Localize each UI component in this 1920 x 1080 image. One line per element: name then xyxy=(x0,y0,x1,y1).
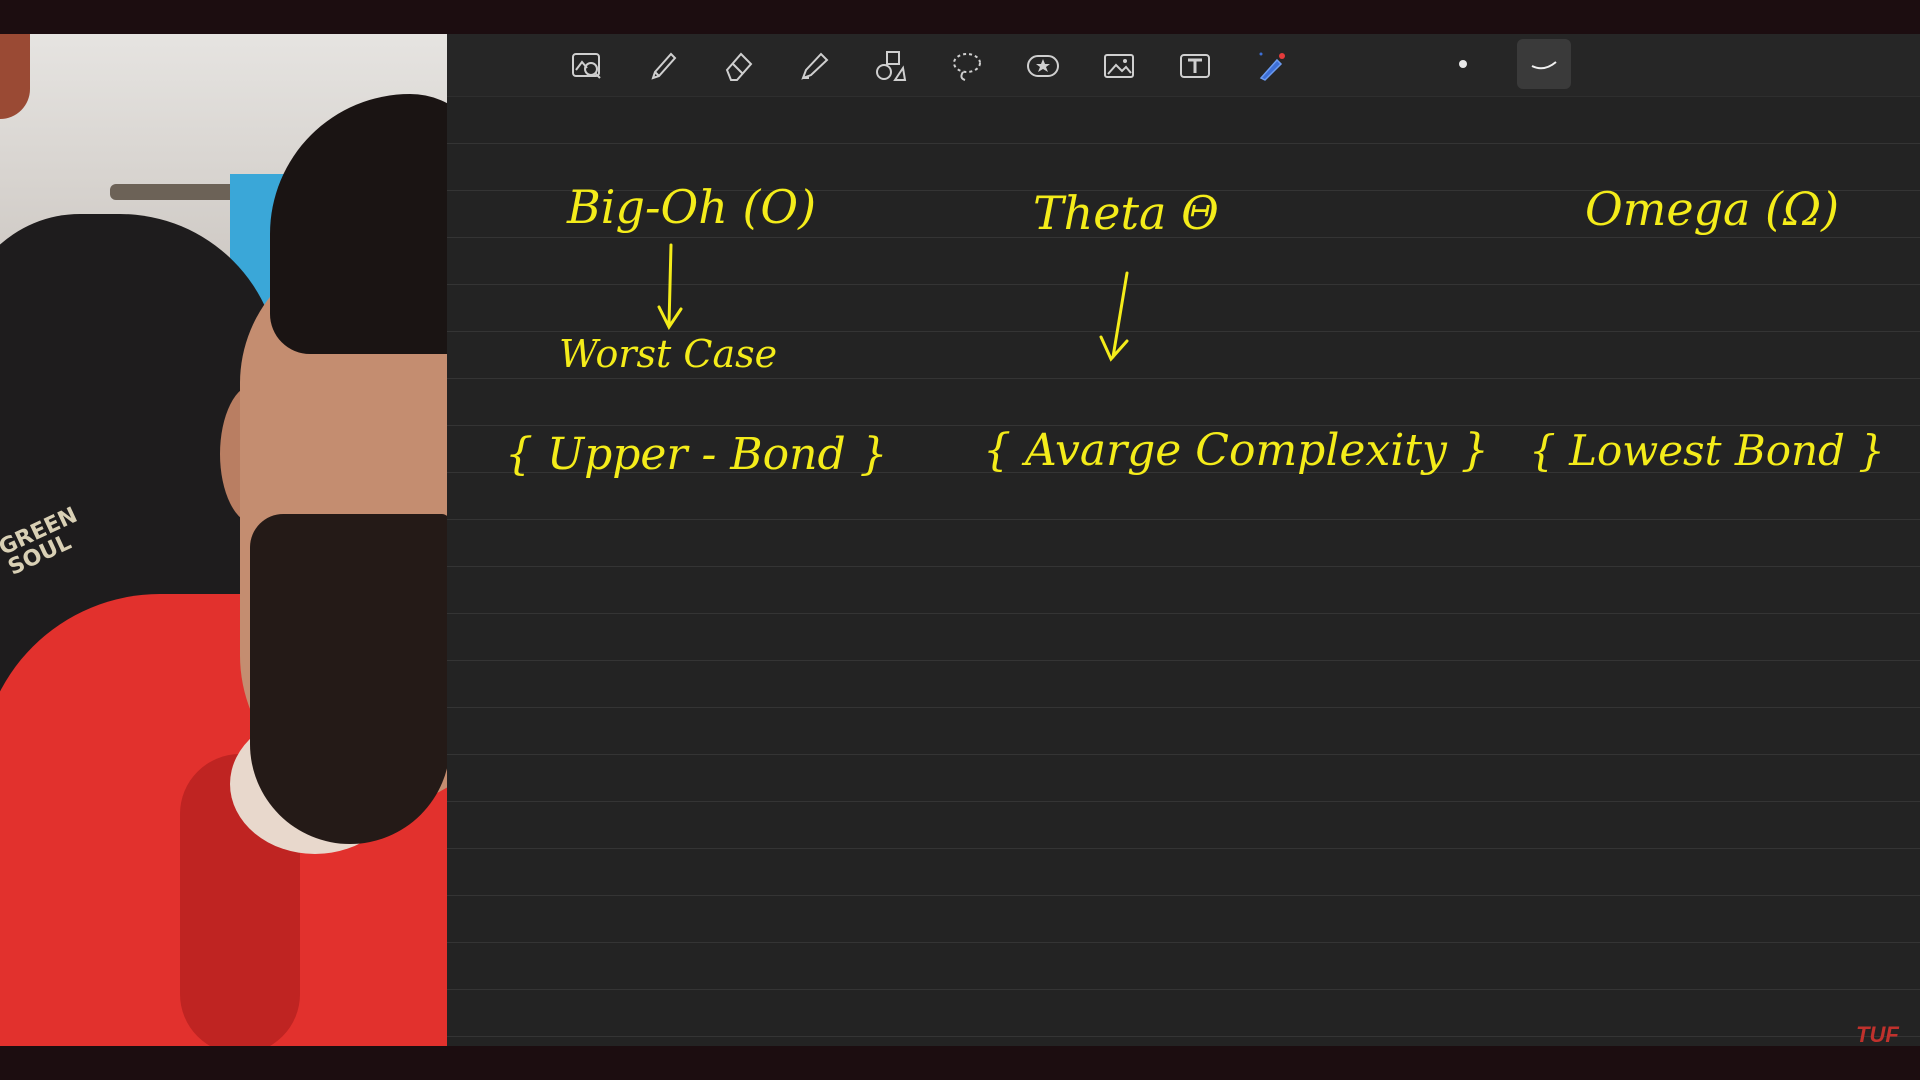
pen-icon xyxy=(651,52,677,80)
omega-heading: Omega (Ω) xyxy=(1585,182,1839,236)
big-oh-heading: Big-Oh (O) xyxy=(566,180,816,234)
lower-bound-label: { Lowest Bond } xyxy=(1529,426,1885,475)
big-oh-arrow xyxy=(657,243,683,330)
theta-arrow xyxy=(1099,271,1129,362)
text-tool[interactable] xyxy=(1175,46,1215,86)
pen-tool[interactable] xyxy=(643,46,683,86)
highlighter-tool[interactable] xyxy=(795,46,835,86)
zoom-image-tool[interactable] xyxy=(567,46,607,86)
shapes-icon xyxy=(876,51,907,81)
highlighter-icon xyxy=(801,52,829,80)
drawing-toolbar xyxy=(447,34,1920,97)
handwritten-notes: Big-Oh (O) Worst Case { Upper - Bond } T… xyxy=(505,180,1885,480)
zoom-image-icon xyxy=(572,53,601,79)
laser-pointer-icon xyxy=(1259,52,1285,81)
video-bottom-letterbox xyxy=(0,1046,1920,1080)
upper-bound-label: { Upper - Bond } xyxy=(505,429,888,480)
sticker-star-icon xyxy=(1027,55,1059,77)
image-insert-tool[interactable] xyxy=(1099,46,1139,86)
notes-app: Big-Oh (O) Worst Case { Upper - Bond } T… xyxy=(447,34,1920,1046)
eraser-icon xyxy=(725,52,753,81)
worst-case-label: Worst Case xyxy=(559,332,777,376)
pen-size-dot-icon[interactable] xyxy=(1459,60,1467,68)
theta-heading: Theta Θ xyxy=(1033,186,1219,240)
presenter-beard xyxy=(250,514,447,844)
stroke-style-icon xyxy=(1531,61,1557,70)
lasso-tool[interactable] xyxy=(947,46,987,86)
video-top-letterbox xyxy=(0,0,1920,34)
sticker-tool[interactable] xyxy=(1023,46,1063,86)
presenter-webcam: GREEN SOUL xyxy=(0,34,447,1046)
ruled-canvas[interactable]: Big-Oh (O) Worst Case { Upper - Bond } T… xyxy=(447,97,1920,1046)
text-tool-icon xyxy=(1180,54,1210,78)
lasso-icon xyxy=(953,53,981,81)
image-insert-icon xyxy=(1104,54,1134,78)
stroke-style-tool[interactable] xyxy=(1517,39,1571,89)
channel-watermark: TUF xyxy=(1856,1022,1899,1047)
laser-pointer-tool[interactable] xyxy=(1251,46,1291,86)
shapes-tool[interactable] xyxy=(871,46,911,86)
average-complexity-label: { Avarge Complexity } xyxy=(983,425,1489,476)
eraser-tool[interactable] xyxy=(719,46,759,86)
